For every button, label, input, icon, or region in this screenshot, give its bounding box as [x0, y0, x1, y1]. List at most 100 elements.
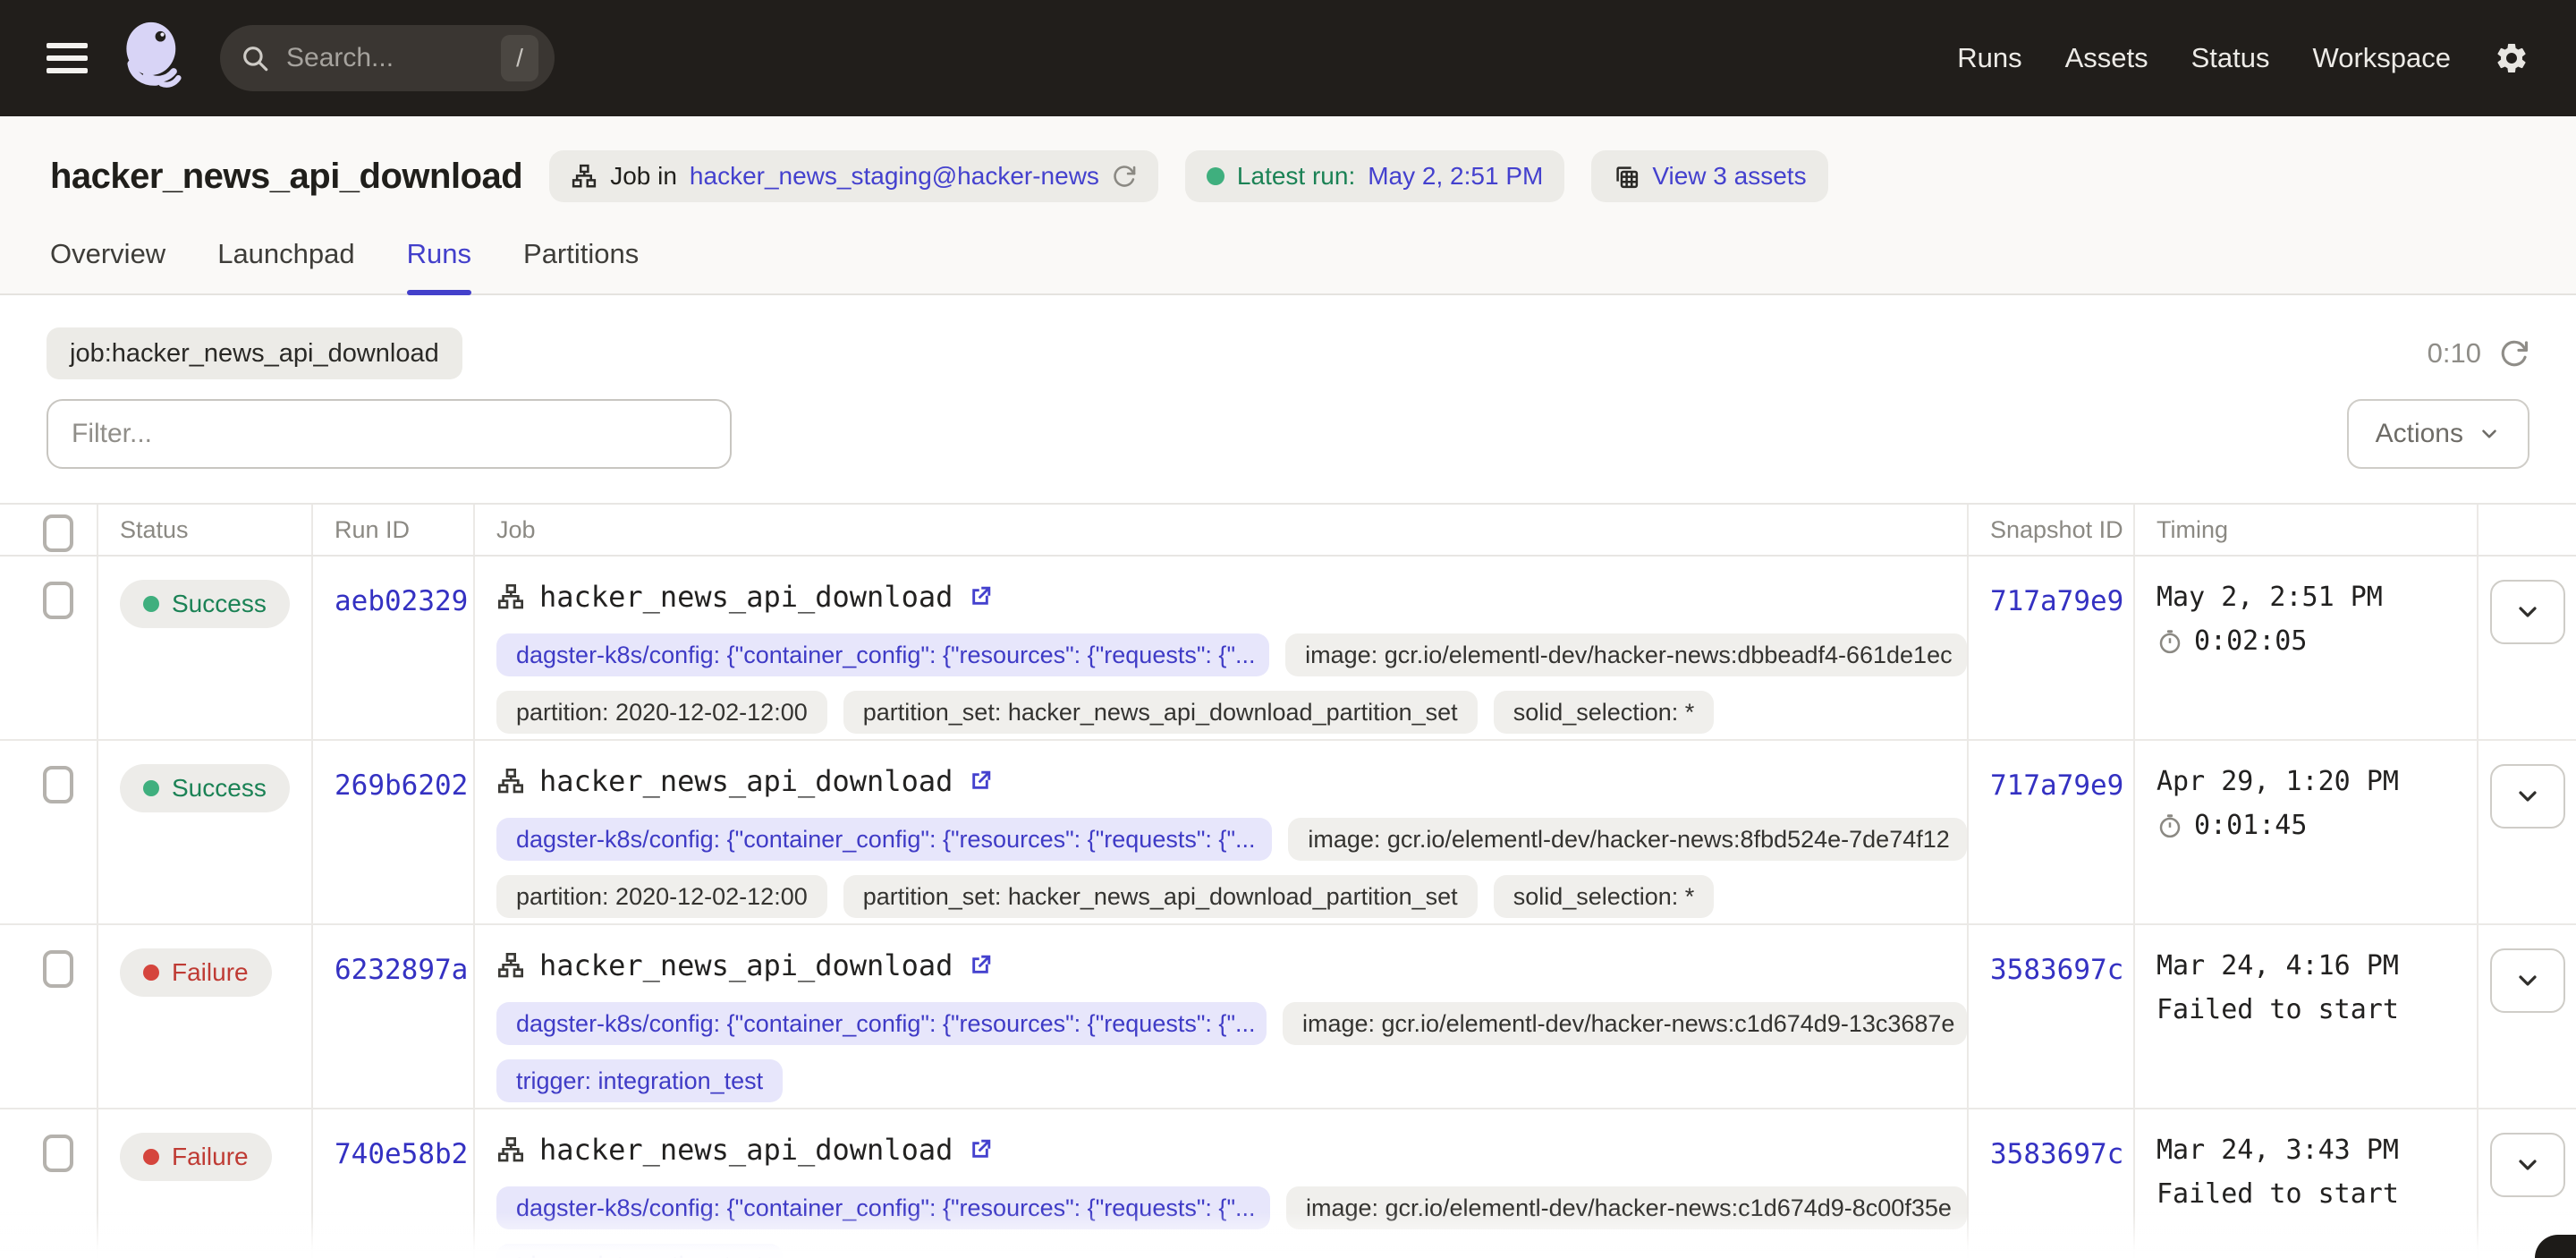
- expand-row-button[interactable]: [2490, 948, 2565, 1013]
- job-graph-icon: [496, 1135, 525, 1164]
- job-graph-icon: [496, 767, 525, 795]
- row-checkbox[interactable]: [43, 1135, 73, 1172]
- run-start-time: Apr 29, 1:20 PM: [2157, 766, 2477, 797]
- expand-row-button[interactable]: [2490, 1133, 2565, 1197]
- expand-row-button[interactable]: [2490, 764, 2565, 829]
- nav-item-assets[interactable]: Assets: [2065, 42, 2148, 74]
- view-assets-chip: View 3 assets: [1591, 150, 1827, 202]
- active-filter-tag[interactable]: job:hacker_news_api_download: [47, 327, 462, 379]
- run-tag[interactable]: partition: 2020-12-02-12:00: [496, 691, 827, 734]
- tab-launchpad[interactable]: Launchpad: [217, 238, 354, 293]
- run-tag[interactable]: trigger: integration_test: [496, 1059, 783, 1102]
- run-tag[interactable]: trigger: integration_test: [496, 1244, 783, 1258]
- run-tag[interactable]: solid_selection: *: [1494, 691, 1715, 734]
- nav-item-runs[interactable]: Runs: [1957, 42, 2021, 74]
- external-link-icon[interactable]: [967, 1136, 994, 1163]
- expand-row-button[interactable]: [2490, 580, 2565, 644]
- external-link-icon[interactable]: [967, 768, 994, 795]
- run-tag[interactable]: partition: 2020-12-02-12:00: [496, 875, 827, 918]
- page-title: hacker_news_api_download: [50, 157, 522, 197]
- row-checkbox[interactable]: [43, 766, 73, 803]
- latest-run-label: Latest run:: [1237, 162, 1355, 191]
- table-row: Failure 740e58b2 hacker_news_api_downloa…: [0, 1109, 2576, 1258]
- job-graph-icon: [496, 951, 525, 980]
- latest-run-link[interactable]: May 2, 2:51 PM: [1368, 162, 1543, 191]
- dagster-logo[interactable]: [120, 20, 188, 97]
- job-location-link[interactable]: hacker_news_staging@hacker-news: [690, 162, 1099, 191]
- timing-cell: May 2, 2:51 PM 0:02:05: [2135, 557, 2479, 739]
- select-all-checkbox[interactable]: [43, 514, 73, 552]
- run-tag[interactable]: image: gcr.io/elementl-dev/hacker-news:c…: [1286, 1186, 1967, 1229]
- column-header-snapshot-id: Snapshot ID: [1969, 505, 2135, 555]
- timing-cell: Apr 29, 1:20 PM 0:01:45: [2135, 741, 2479, 923]
- run-tag[interactable]: dagster-k8s/config: {"container_config":…: [496, 633, 1269, 676]
- status-dot: [143, 596, 159, 612]
- run-tag[interactable]: dagster-k8s/config: {"container_config":…: [496, 1002, 1267, 1045]
- run-duration: Failed to start: [2157, 1178, 2399, 1210]
- search-icon: [240, 43, 270, 73]
- job-name-link[interactable]: hacker_news_api_download: [539, 948, 953, 982]
- status-badge: Success: [120, 764, 290, 812]
- snapshot-id-link[interactable]: 3583697c: [1990, 1138, 2123, 1170]
- run-tag[interactable]: dagster-k8s/config: {"container_config":…: [496, 818, 1272, 861]
- tab-runs[interactable]: Runs: [407, 238, 471, 293]
- run-id-link[interactable]: 269b6202: [335, 769, 468, 802]
- refresh-icon[interactable]: [2499, 338, 2529, 369]
- top-navigation-bar: / Runs Assets Status Workspace: [0, 0, 2576, 116]
- runs-filter-input[interactable]: [47, 399, 732, 469]
- snapshot-id-link[interactable]: 717a79e9: [1990, 769, 2123, 802]
- run-id-link[interactable]: 740e58b2: [335, 1138, 468, 1170]
- run-tag[interactable]: image: gcr.io/elementl-dev/hacker-news:8…: [1288, 818, 1967, 861]
- runs-table-body: Success aeb02329 hacker_news_api_downloa…: [0, 557, 2576, 1258]
- snapshot-id-link[interactable]: 717a79e9: [1990, 585, 2123, 617]
- run-tag[interactable]: image: gcr.io/elementl-dev/hacker-news:c…: [1283, 1002, 1967, 1045]
- settings-button[interactable]: [2494, 40, 2529, 76]
- tab-overview[interactable]: Overview: [50, 238, 165, 293]
- latest-run-chip: Latest run: May 2, 2:51 PM: [1185, 150, 1564, 202]
- job-in-label: Job in: [610, 162, 677, 191]
- nav-item-workspace[interactable]: Workspace: [2313, 42, 2452, 74]
- stopwatch-icon: [2157, 812, 2183, 839]
- table-row: Success aeb02329 hacker_news_api_downloa…: [0, 557, 2576, 741]
- view-assets-link[interactable]: View 3 assets: [1652, 162, 1806, 191]
- search-input[interactable]: [286, 43, 501, 73]
- run-start-time: Mar 24, 4:16 PM: [2157, 950, 2477, 982]
- job-name-link[interactable]: hacker_news_api_download: [539, 764, 953, 798]
- chevron-down-icon: [2513, 966, 2542, 995]
- nav-item-status[interactable]: Status: [2191, 42, 2270, 74]
- global-search: /: [220, 25, 555, 91]
- run-tag[interactable]: partition_set: hacker_news_api_download_…: [843, 875, 1478, 918]
- run-tag[interactable]: solid_selection: *: [1494, 875, 1715, 918]
- external-link-icon[interactable]: [967, 583, 994, 610]
- column-header-run-id: Run ID: [313, 505, 475, 555]
- table-header-row: Status Run ID Job Snapshot ID Timing: [0, 505, 2576, 557]
- run-id-link[interactable]: aeb02329: [335, 585, 468, 617]
- job-name-link[interactable]: hacker_news_api_download: [539, 580, 953, 614]
- assets-icon: [1613, 163, 1640, 190]
- chevron-down-icon: [2478, 422, 2501, 446]
- run-id-link[interactable]: 6232897a: [335, 954, 468, 986]
- tab-partitions[interactable]: Partitions: [523, 238, 639, 293]
- chevron-down-icon: [2513, 782, 2542, 811]
- snapshot-id-link[interactable]: 3583697c: [1990, 954, 2123, 986]
- table-row: Success 269b6202 hacker_news_api_downloa…: [0, 741, 2576, 925]
- search-shortcut-key: /: [501, 35, 538, 81]
- run-duration: 0:02:05: [2194, 625, 2307, 657]
- row-checkbox[interactable]: [43, 582, 73, 619]
- column-header-timing: Timing: [2135, 505, 2479, 555]
- job-graph-icon: [496, 582, 525, 611]
- chevron-down-icon: [2513, 598, 2542, 626]
- job-name-link[interactable]: hacker_news_api_download: [539, 1133, 953, 1167]
- table-row: Failure 6232897a hacker_news_api_downloa…: [0, 925, 2576, 1109]
- status-dot: [143, 965, 159, 981]
- run-duration: Failed to start: [2157, 994, 2399, 1025]
- run-tag[interactable]: image: gcr.io/elementl-dev/hacker-news:d…: [1285, 633, 1967, 676]
- row-checkbox[interactable]: [43, 950, 73, 988]
- reload-location-icon[interactable]: [1112, 164, 1137, 189]
- external-link-icon[interactable]: [967, 952, 994, 979]
- status-dot: [143, 780, 159, 796]
- actions-button[interactable]: Actions: [2347, 399, 2529, 469]
- run-tag[interactable]: dagster-k8s/config: {"container_config":…: [496, 1186, 1270, 1229]
- run-tag[interactable]: partition_set: hacker_news_api_download_…: [843, 691, 1478, 734]
- hamburger-menu-icon[interactable]: [47, 43, 88, 73]
